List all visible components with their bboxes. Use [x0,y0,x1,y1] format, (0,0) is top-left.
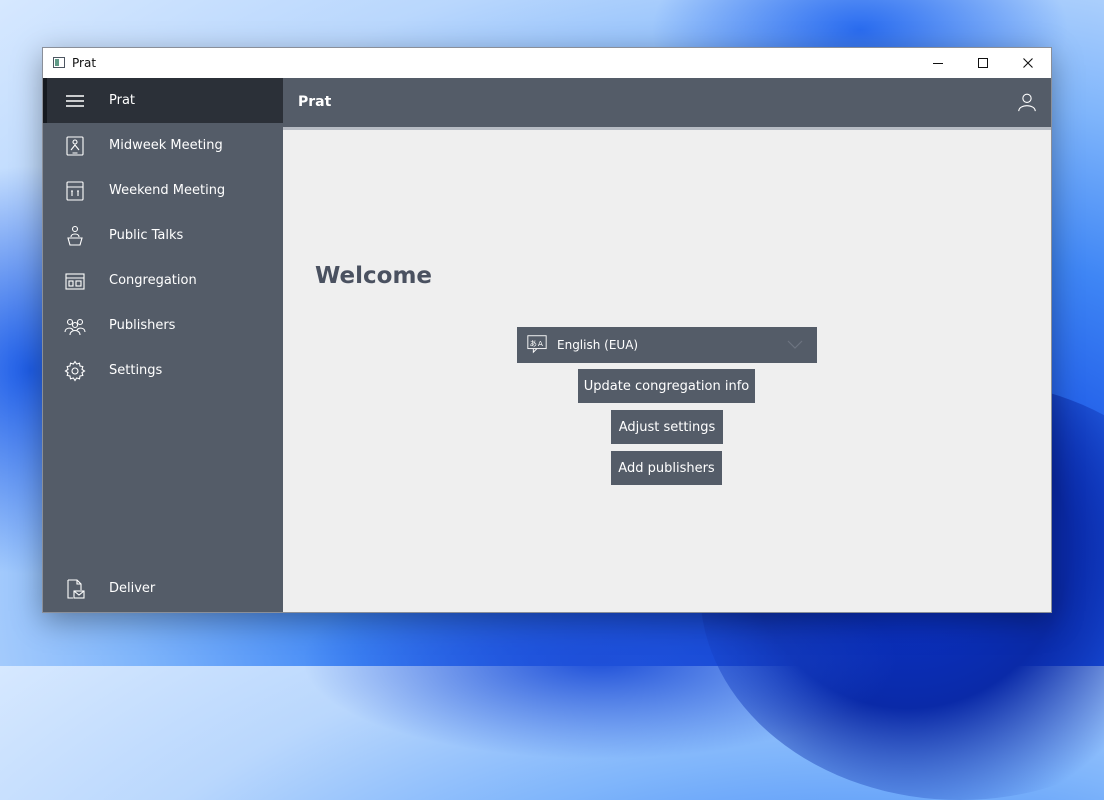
people-group-icon [64,318,86,336]
update-congregation-button[interactable]: Update congregation info [578,369,755,403]
close-button[interactable] [1005,48,1051,78]
midweek-meeting-icon [66,136,84,156]
sidebar-item-label: Midweek Meeting [109,138,223,153]
speaker-podium-icon [67,225,83,246]
sidebar-item-settings[interactable]: Settings [43,348,283,393]
sidebar-item-label: Public Talks [109,228,184,243]
svg-text:あ: あ [530,339,537,348]
sidebar-item-publishers[interactable]: Publishers [43,303,283,348]
main-content: Welcome あ A English (EUA) Update congreg… [283,130,1051,612]
deliver-mail-icon [67,579,85,599]
header-title: Prat [298,94,332,110]
maximize-icon [978,58,988,68]
gear-icon [64,360,86,382]
window-title: Prat [72,56,97,70]
sidebar-item-label: Weekend Meeting [109,183,226,198]
welcome-heading: Welcome [315,263,433,289]
adjust-settings-button[interactable]: Adjust settings [611,410,723,444]
app-icon [53,57,65,68]
sidebar-item-congregation[interactable]: Congregation [43,258,283,303]
close-icon [1023,58,1033,68]
minimize-button[interactable] [915,48,961,78]
sidebar-item-label: Settings [109,363,163,378]
sidebar-item-weekend-meeting[interactable]: Weekend Meeting [43,168,283,213]
sidebar-item-label: Publishers [109,318,176,333]
app-window: Prat Prat Midweek Meeting Weekend Meetin… [42,47,1052,613]
svg-text:A: A [538,339,543,348]
weekend-meeting-icon [66,181,84,201]
chevron-down-icon [787,340,803,349]
sidebar: Prat Midweek Meeting Weekend Meeting Pub… [43,78,283,612]
sidebar-item-deliver[interactable]: Deliver [43,566,283,611]
language-selected-value: English (EUA) [557,338,639,352]
user-account-icon[interactable] [1016,91,1038,113]
language-translate-icon: あ A [527,335,547,354]
title-bar[interactable]: Prat [43,48,1051,78]
sidebar-item-label: Deliver [109,581,156,596]
maximize-button[interactable] [960,48,1006,78]
sidebar-item-public-talks[interactable]: Public Talks [43,213,283,258]
app-header: Prat [283,78,1051,130]
sidebar-item-label: Prat [109,93,136,108]
sidebar-item-prat[interactable]: Prat [43,78,283,123]
sidebar-item-label: Congregation [109,273,197,288]
add-publishers-button[interactable]: Add publishers [611,451,722,485]
language-dropdown[interactable]: あ A English (EUA) [517,327,817,363]
sidebar-item-midweek-meeting[interactable]: Midweek Meeting [43,123,283,168]
hamburger-menu-icon [66,95,84,107]
minimize-icon [933,63,943,64]
congregation-building-icon [65,273,85,290]
